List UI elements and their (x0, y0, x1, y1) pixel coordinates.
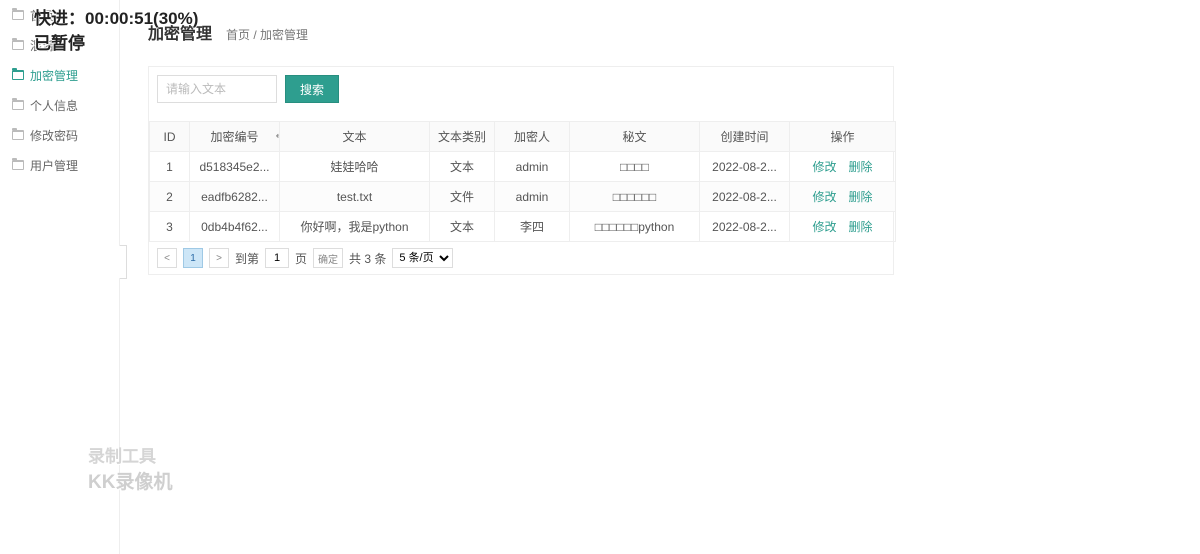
sidebar-item-label: 修改密码 (30, 127, 78, 144)
sidebar: 首页 混淆 加密管理 个人信息 修改密码 用户管理 (0, 0, 120, 554)
breadcrumb: 首页 / 加密管理 (226, 26, 308, 43)
cell-ctime: 2022-08-2... (700, 152, 790, 182)
sidebar-item-label: 加密管理 (30, 67, 78, 84)
table-header-row: ID 加密编号⇹ 文本 文本类别 加密人 秘文 创建时间 操作 (150, 122, 896, 152)
cell-enc-no: d518345e2... (190, 152, 280, 182)
col-text: 文本 (280, 122, 430, 152)
cell-enc-no: 0db4b4f62... (190, 212, 280, 242)
table-row: 1 d518345e2... 娃娃哈哈 文本 admin □□□□ 2022-0… (150, 152, 896, 182)
breadcrumb-sep: / (250, 28, 260, 42)
breadcrumb-current: 加密管理 (260, 28, 308, 42)
sidebar-item-label: 混淆 (30, 37, 54, 54)
delete-link[interactable]: 删除 (849, 160, 873, 174)
cell-ctime: 2022-08-2... (700, 212, 790, 242)
search-input[interactable] (157, 75, 277, 103)
folder-icon (12, 130, 24, 140)
col-cipher: 秘文 (570, 122, 700, 152)
pager-page-input[interactable] (265, 248, 289, 268)
col-id: ID (150, 122, 190, 152)
pager-next-button[interactable]: > (209, 248, 229, 268)
cell-text: 娃娃哈哈 (280, 152, 430, 182)
cell-id: 1 (150, 152, 190, 182)
breadcrumb-home[interactable]: 首页 (226, 28, 250, 42)
pager-page-1[interactable]: 1 (183, 248, 203, 268)
cell-cipher: □□□□□□ (570, 182, 700, 212)
page-title: 加密管理 (148, 20, 212, 44)
content-panel: 搜索 ID 加密编号⇹ 文本 文本类别 加密人 秘文 创建时间 操作 1 (148, 66, 894, 275)
search-button[interactable]: 搜索 (285, 75, 339, 103)
sidebar-item-profile[interactable]: 个人信息 (0, 90, 119, 120)
sidebar-collapse-handle[interactable] (119, 245, 127, 279)
main-content: 加密管理 首页 / 加密管理 搜索 ID 加密编号⇹ 文本 文本类别 加密人 秘… (120, 0, 1200, 295)
page-header: 加密管理 首页 / 加密管理 (148, 20, 1172, 44)
cell-user: admin (495, 152, 570, 182)
sidebar-item-home[interactable]: 首页 (0, 0, 119, 30)
sidebar-item-encrypt[interactable]: 加密管理 (0, 60, 119, 90)
folder-icon (12, 160, 24, 170)
cell-ops: 修改删除 (790, 182, 896, 212)
cell-user: admin (495, 182, 570, 212)
pager-size-select[interactable]: 5 条/页 (392, 248, 453, 268)
edit-link[interactable]: 修改 (812, 160, 836, 174)
delete-link[interactable]: 删除 (849, 190, 873, 204)
edit-link[interactable]: 修改 (812, 190, 836, 204)
cell-cipher: □□□□□□python (570, 212, 700, 242)
sidebar-item-label: 个人信息 (30, 97, 78, 114)
sidebar-item-password[interactable]: 修改密码 (0, 120, 119, 150)
sidebar-item-obfuscate[interactable]: 混淆 (0, 30, 119, 60)
pager-prev-button[interactable]: < (157, 248, 177, 268)
col-user: 加密人 (495, 122, 570, 152)
cell-cipher: □□□□ (570, 152, 700, 182)
sidebar-item-label: 用户管理 (30, 157, 78, 174)
edit-link[interactable]: 修改 (812, 220, 836, 234)
cell-type: 文本 (430, 212, 495, 242)
cell-ctime: 2022-08-2... (700, 182, 790, 212)
cell-type: 文本 (430, 152, 495, 182)
delete-link[interactable]: 删除 (849, 220, 873, 234)
search-bar: 搜索 (149, 67, 893, 111)
folder-icon (12, 70, 24, 80)
folder-icon (12, 10, 24, 20)
cell-id: 2 (150, 182, 190, 212)
col-ctime: 创建时间 (700, 122, 790, 152)
cell-user: 李四 (495, 212, 570, 242)
cell-text: test.txt (280, 182, 430, 212)
pager-total: 共 3 条 (349, 250, 386, 267)
pager-confirm-button[interactable]: 确定 (313, 248, 343, 268)
col-enc-no: 加密编号⇹ (190, 122, 280, 152)
cell-enc-no: eadfb6282... (190, 182, 280, 212)
table-row: 2 eadfb6282... test.txt 文件 admin □□□□□□ … (150, 182, 896, 212)
cell-ops: 修改删除 (790, 212, 896, 242)
cell-ops: 修改删除 (790, 152, 896, 182)
col-ops: 操作 (790, 122, 896, 152)
data-table: ID 加密编号⇹ 文本 文本类别 加密人 秘文 创建时间 操作 1 d51834… (149, 121, 896, 242)
pager-to-label: 到第 (235, 250, 259, 267)
cell-text: 你好啊，我是python (280, 212, 430, 242)
pagination: < 1 > 到第 页 确定 共 3 条 5 条/页 (149, 242, 893, 274)
col-type: 文本类别 (430, 122, 495, 152)
folder-icon (12, 40, 24, 50)
cell-id: 3 (150, 212, 190, 242)
sidebar-item-users[interactable]: 用户管理 (0, 150, 119, 180)
pager-page-unit: 页 (295, 250, 307, 267)
sidebar-item-label: 首页 (30, 7, 54, 24)
cell-type: 文件 (430, 182, 495, 212)
table-row: 3 0db4b4f62... 你好啊，我是python 文本 李四 □□□□□□… (150, 212, 896, 242)
folder-icon (12, 100, 24, 110)
